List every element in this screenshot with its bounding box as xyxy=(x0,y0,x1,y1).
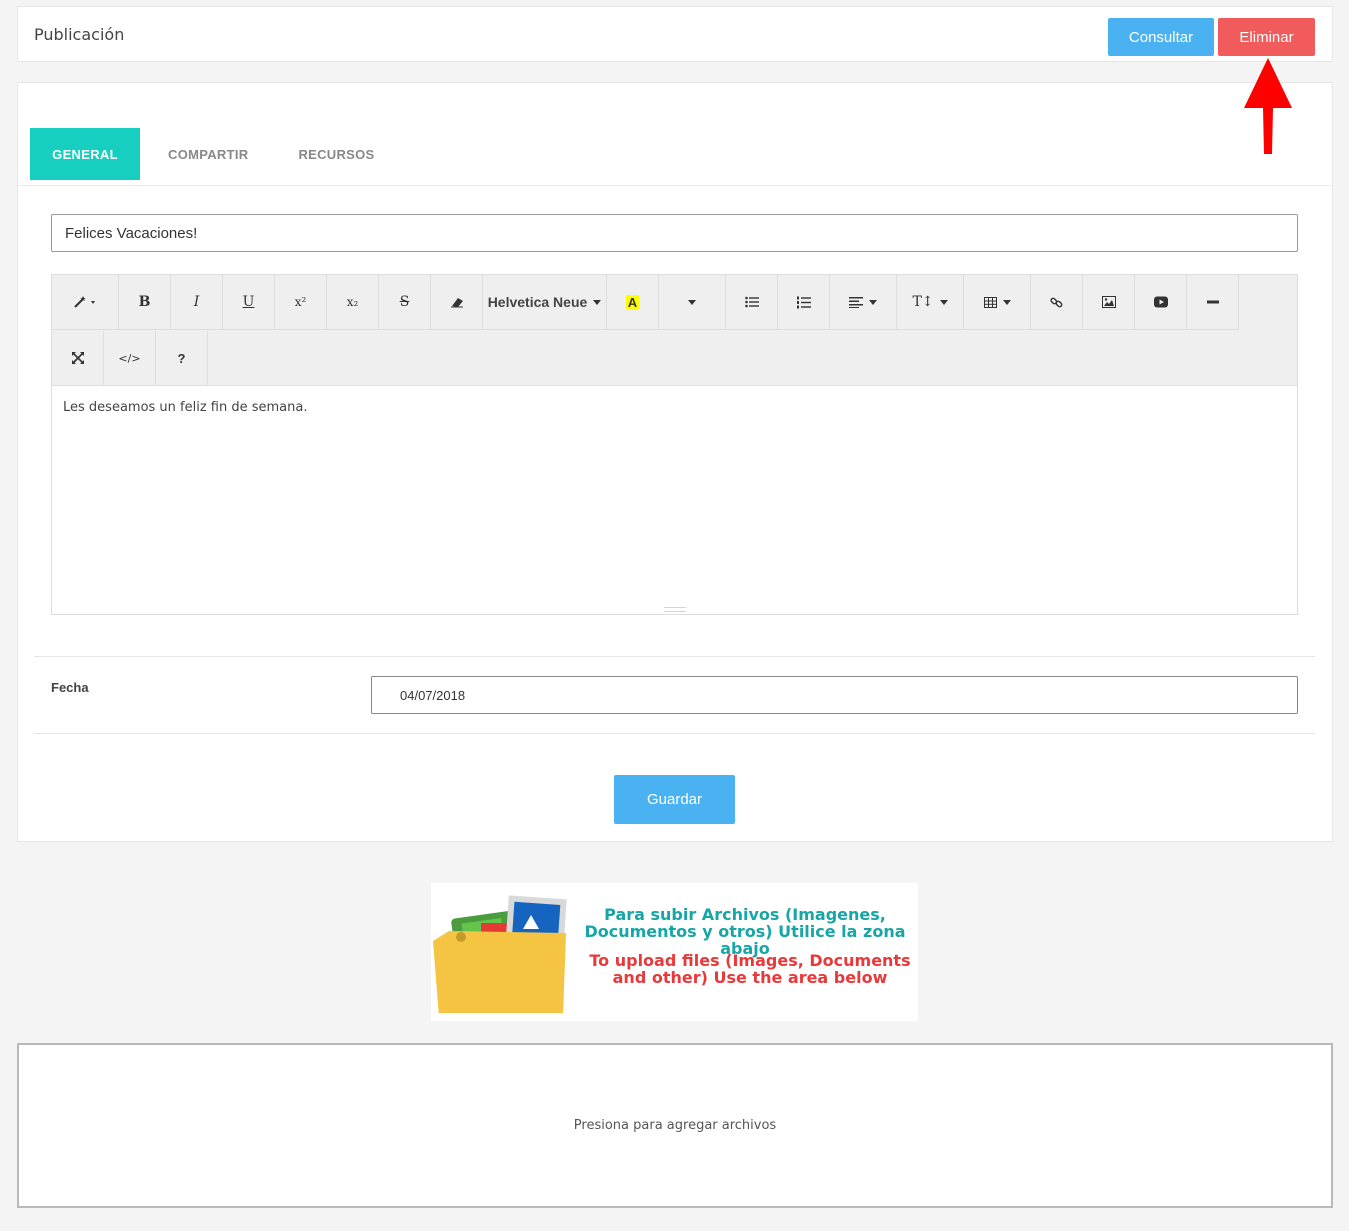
subscript-icon[interactable]: x₂ xyxy=(327,275,379,330)
italic-icon[interactable]: I xyxy=(171,275,223,330)
font-name-label: Helvetica Neue xyxy=(487,294,588,310)
fecha-input[interactable]: 04/07/2018 xyxy=(371,676,1298,714)
color-dropdown-icon[interactable] xyxy=(659,275,726,330)
upload-banner-english-text: To upload files (Images, Documents and o… xyxy=(589,951,911,987)
eraser-icon[interactable] xyxy=(431,275,483,330)
dropzone-text: Presiona para agregar archivos xyxy=(573,1118,777,1133)
video-icon[interactable] xyxy=(1135,275,1187,330)
rich-text-editor: B I U x² x₂ S Helvetica Neue A T↕ </> ? … xyxy=(51,274,1298,615)
tab-divider xyxy=(18,185,1332,186)
folder-icon xyxy=(433,895,567,1013)
superscript-icon[interactable]: x² xyxy=(275,275,327,330)
consultar-button[interactable]: Consultar xyxy=(1108,18,1214,56)
upload-banner: Para subir Archivos (Imagenes, Documento… xyxy=(431,883,918,1021)
table-icon[interactable] xyxy=(964,275,1031,330)
header-card: Publicación Consultar Eliminar xyxy=(17,6,1333,62)
unordered-list-icon[interactable] xyxy=(726,275,778,330)
file-dropzone[interactable]: Presiona para agregar archivos xyxy=(17,1043,1333,1208)
horizontal-rule-icon[interactable] xyxy=(1187,275,1239,330)
link-icon[interactable] xyxy=(1031,275,1083,330)
publication-form-card: GENERAL COMPARTIR RECURSOS Felices Vacac… xyxy=(17,82,1333,842)
bold-icon[interactable]: B xyxy=(119,275,171,330)
tab-recursos[interactable]: RECURSOS xyxy=(276,128,396,180)
fullscreen-icon[interactable] xyxy=(52,331,104,386)
upload-banner-spanish-text: Para subir Archivos (Imagenes, Documento… xyxy=(584,905,906,958)
guardar-button[interactable]: Guardar xyxy=(614,775,735,824)
magic-icon[interactable] xyxy=(52,275,119,330)
code-view-icon[interactable]: </> xyxy=(104,331,156,386)
align-icon[interactable] xyxy=(830,275,897,330)
ordered-list-icon[interactable] xyxy=(778,275,830,330)
eliminar-button[interactable]: Eliminar xyxy=(1218,18,1315,56)
highlight-color-icon[interactable]: A xyxy=(607,275,659,330)
red-arrow-annotation xyxy=(1244,58,1292,154)
strikethrough-icon[interactable]: S xyxy=(379,275,431,330)
page-title: Publicación xyxy=(34,25,125,44)
help-icon[interactable]: ? xyxy=(156,331,208,386)
title-input[interactable]: Felices Vacaciones! xyxy=(51,214,1298,252)
tab-general[interactable]: GENERAL xyxy=(30,128,140,180)
tab-compartir[interactable]: COMPARTIR xyxy=(146,128,270,180)
editor-toolbar: B I U x² x₂ S Helvetica Neue A T↕ </> ? xyxy=(52,275,1297,386)
editor-content[interactable]: Les deseamos un feliz fin de semana. xyxy=(63,400,307,415)
picture-icon[interactable] xyxy=(1083,275,1135,330)
divider xyxy=(34,656,1315,657)
underline-icon[interactable]: U xyxy=(223,275,275,330)
text-height-icon[interactable]: T↕ xyxy=(897,275,964,330)
editor-resize-handle[interactable] xyxy=(664,607,686,612)
tab-bar: GENERAL COMPARTIR RECURSOS xyxy=(30,128,397,180)
fecha-label: Fecha xyxy=(51,680,89,695)
divider xyxy=(34,733,1315,734)
font-name-dropdown[interactable]: Helvetica Neue xyxy=(483,275,607,330)
